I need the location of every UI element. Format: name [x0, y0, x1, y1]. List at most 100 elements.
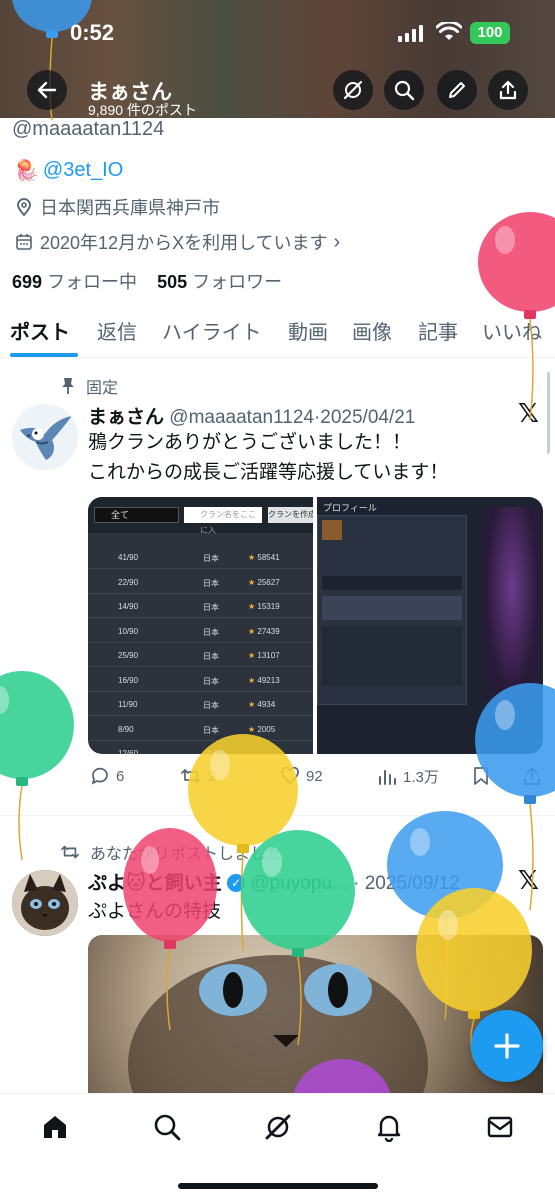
game-row: 11/90 日本 ★ 4934 — [88, 692, 313, 716]
search-icon — [154, 1114, 181, 1141]
views-icon — [379, 769, 396, 785]
game-row-score: ★ 58541 — [248, 553, 280, 562]
profile-link[interactable]: 🪼 @3et_IO — [14, 158, 123, 183]
home-indicator — [178, 1183, 378, 1189]
game-filter: 全て — [94, 507, 179, 523]
following-count: 699 — [12, 272, 43, 292]
game-row-count: 25/90 — [118, 651, 139, 660]
game-profile-badge — [322, 520, 342, 540]
home-icon — [44, 1116, 66, 1138]
game-row-region: 日本 — [203, 652, 219, 661]
nav-notifications[interactable] — [372, 1110, 406, 1144]
game-row: 12/60 日本 — [88, 741, 313, 754]
nav-search[interactable] — [150, 1110, 184, 1144]
profile-banner-header: 0:52 100 まぁさん 9,890 件のポスト — [0, 0, 555, 118]
profile-location-text: 日本関西兵庫県神戸市 — [40, 198, 220, 218]
scrollbar[interactable] — [547, 372, 550, 454]
reply-icon — [91, 767, 108, 785]
tweet-header: まぁさん @maaaatan1124·2025/04/21 — [88, 402, 415, 429]
game-row-region: 日本 — [203, 627, 219, 637]
game-row-region: 日本 — [203, 749, 219, 754]
game-row-score: ★ 27439 — [248, 626, 280, 636]
tweet-media-cat-video[interactable] — [88, 935, 543, 1095]
tab-posts[interactable]: ポスト — [10, 316, 70, 345]
grok-icon — [343, 80, 363, 100]
edit-button[interactable] — [437, 70, 477, 110]
share-button[interactable] — [488, 70, 528, 110]
game-profile-bar — [322, 626, 462, 686]
tab-highlights[interactable]: ハイライト — [162, 316, 262, 345]
back-button[interactable] — [27, 70, 67, 110]
tab-replies[interactable]: 返信 — [97, 316, 137, 345]
bookmark-button[interactable] — [472, 766, 490, 786]
tab-videos[interactable]: 動画 — [288, 316, 328, 345]
game-create: クランを作成 — [268, 507, 313, 523]
followers-label: フォロワー — [192, 272, 283, 292]
tab-articles[interactable]: 記事 — [418, 316, 458, 345]
game-row-region: 日本 — [203, 725, 219, 735]
followers-count: 505 — [157, 272, 188, 292]
game-row-region: 日本 — [203, 701, 219, 710]
tweet-media[interactable]: 全て クラン名をここに入 クランを作成 41/90 日本 ★ 58541 22/90 日… — [88, 497, 543, 754]
repost-label: あなたがリポストしました — [90, 846, 283, 863]
profile-joined[interactable]: 2020年12月からXを利用しています › — [14, 229, 340, 255]
battery-indicator: 100 — [470, 22, 510, 44]
status-time: 0:52 — [70, 20, 115, 45]
followers-link[interactable]: 505 フォロワー — [157, 272, 282, 292]
compose-button[interactable] — [471, 1010, 543, 1082]
pin-icon — [62, 378, 74, 394]
location-pin-icon — [17, 198, 31, 217]
back-arrow-icon — [37, 81, 57, 99]
following-label: フォロー中 — [47, 272, 138, 292]
grok-button[interactable] — [333, 70, 373, 110]
game-row-region: 日本 — [203, 554, 219, 563]
game-row-region: 日本 — [203, 578, 219, 588]
avatar[interactable] — [12, 870, 78, 936]
game-profile-bar — [322, 576, 462, 590]
game-row-score: ★ 2005 — [248, 724, 276, 734]
game-row: 14/90 日本 ★ 15319 — [88, 594, 313, 618]
x-logo-icon: 𝕏 — [518, 865, 539, 895]
game-row-count: 22/90 — [118, 577, 139, 587]
header-post-count: 9,890 件のポスト — [88, 102, 197, 118]
tweet-share-button[interactable] — [522, 766, 542, 786]
retweet-icon — [181, 769, 201, 783]
tab-images[interactable]: 画像 — [352, 316, 392, 345]
game-filter-bar: 全て クラン名をここに入 クランを作成 — [88, 497, 313, 535]
game-character — [482, 507, 542, 707]
reply-button[interactable]: 6 — [90, 766, 124, 786]
notifications-icon — [377, 1115, 401, 1142]
nav-home[interactable] — [38, 1110, 72, 1144]
chevron-right-icon: › — [333, 230, 341, 253]
game-row-count: 14/90 — [118, 602, 139, 611]
game-row: 22/90 日本 ★ 25627 — [88, 570, 313, 594]
reply-count: 6 — [116, 767, 125, 785]
tab-likes[interactable]: いいね — [482, 316, 542, 345]
profile-handle: @maaaatan1124 — [12, 118, 165, 140]
grok-icon — [265, 1114, 291, 1140]
nav-messages[interactable] — [483, 1110, 517, 1144]
tab-active-indicator — [10, 353, 78, 357]
game-profile-panel — [317, 515, 467, 705]
tweet-author-name[interactable]: まぁさん — [88, 407, 164, 428]
search-button[interactable] — [384, 70, 424, 110]
avatar[interactable] — [12, 404, 78, 470]
game-row-count: 11/90 — [118, 700, 138, 709]
views-button[interactable]: 1.3万 — [377, 766, 439, 787]
game-row-score: ★ 15319 — [248, 602, 280, 611]
game-screenshot-profile: プロフィール — [317, 497, 543, 754]
plus-icon — [494, 1033, 520, 1059]
nav-grok[interactable] — [261, 1110, 295, 1144]
following-link[interactable]: 699 フォロー中 — [12, 272, 137, 292]
game-row: 25/90 日本 ★ 13107 — [88, 643, 313, 667]
like-button[interactable]: 92 — [280, 766, 323, 786]
calendar-icon — [16, 234, 32, 250]
tweet-meta: @puyopu... · 2025/09/12 — [250, 873, 460, 894]
verified-badge-icon: ✓ — [227, 874, 246, 892]
retweet-button[interactable]: 2 — [180, 766, 216, 786]
profile-link-text[interactable]: @3et_IO — [43, 159, 123, 182]
status-bar: 0:52 100 — [0, 18, 555, 50]
heart-icon — [281, 766, 299, 785]
x-logo-icon: 𝕏 — [518, 398, 539, 428]
tweet-author-name[interactable]: ぷよ🐱と飼い主 — [88, 873, 222, 894]
